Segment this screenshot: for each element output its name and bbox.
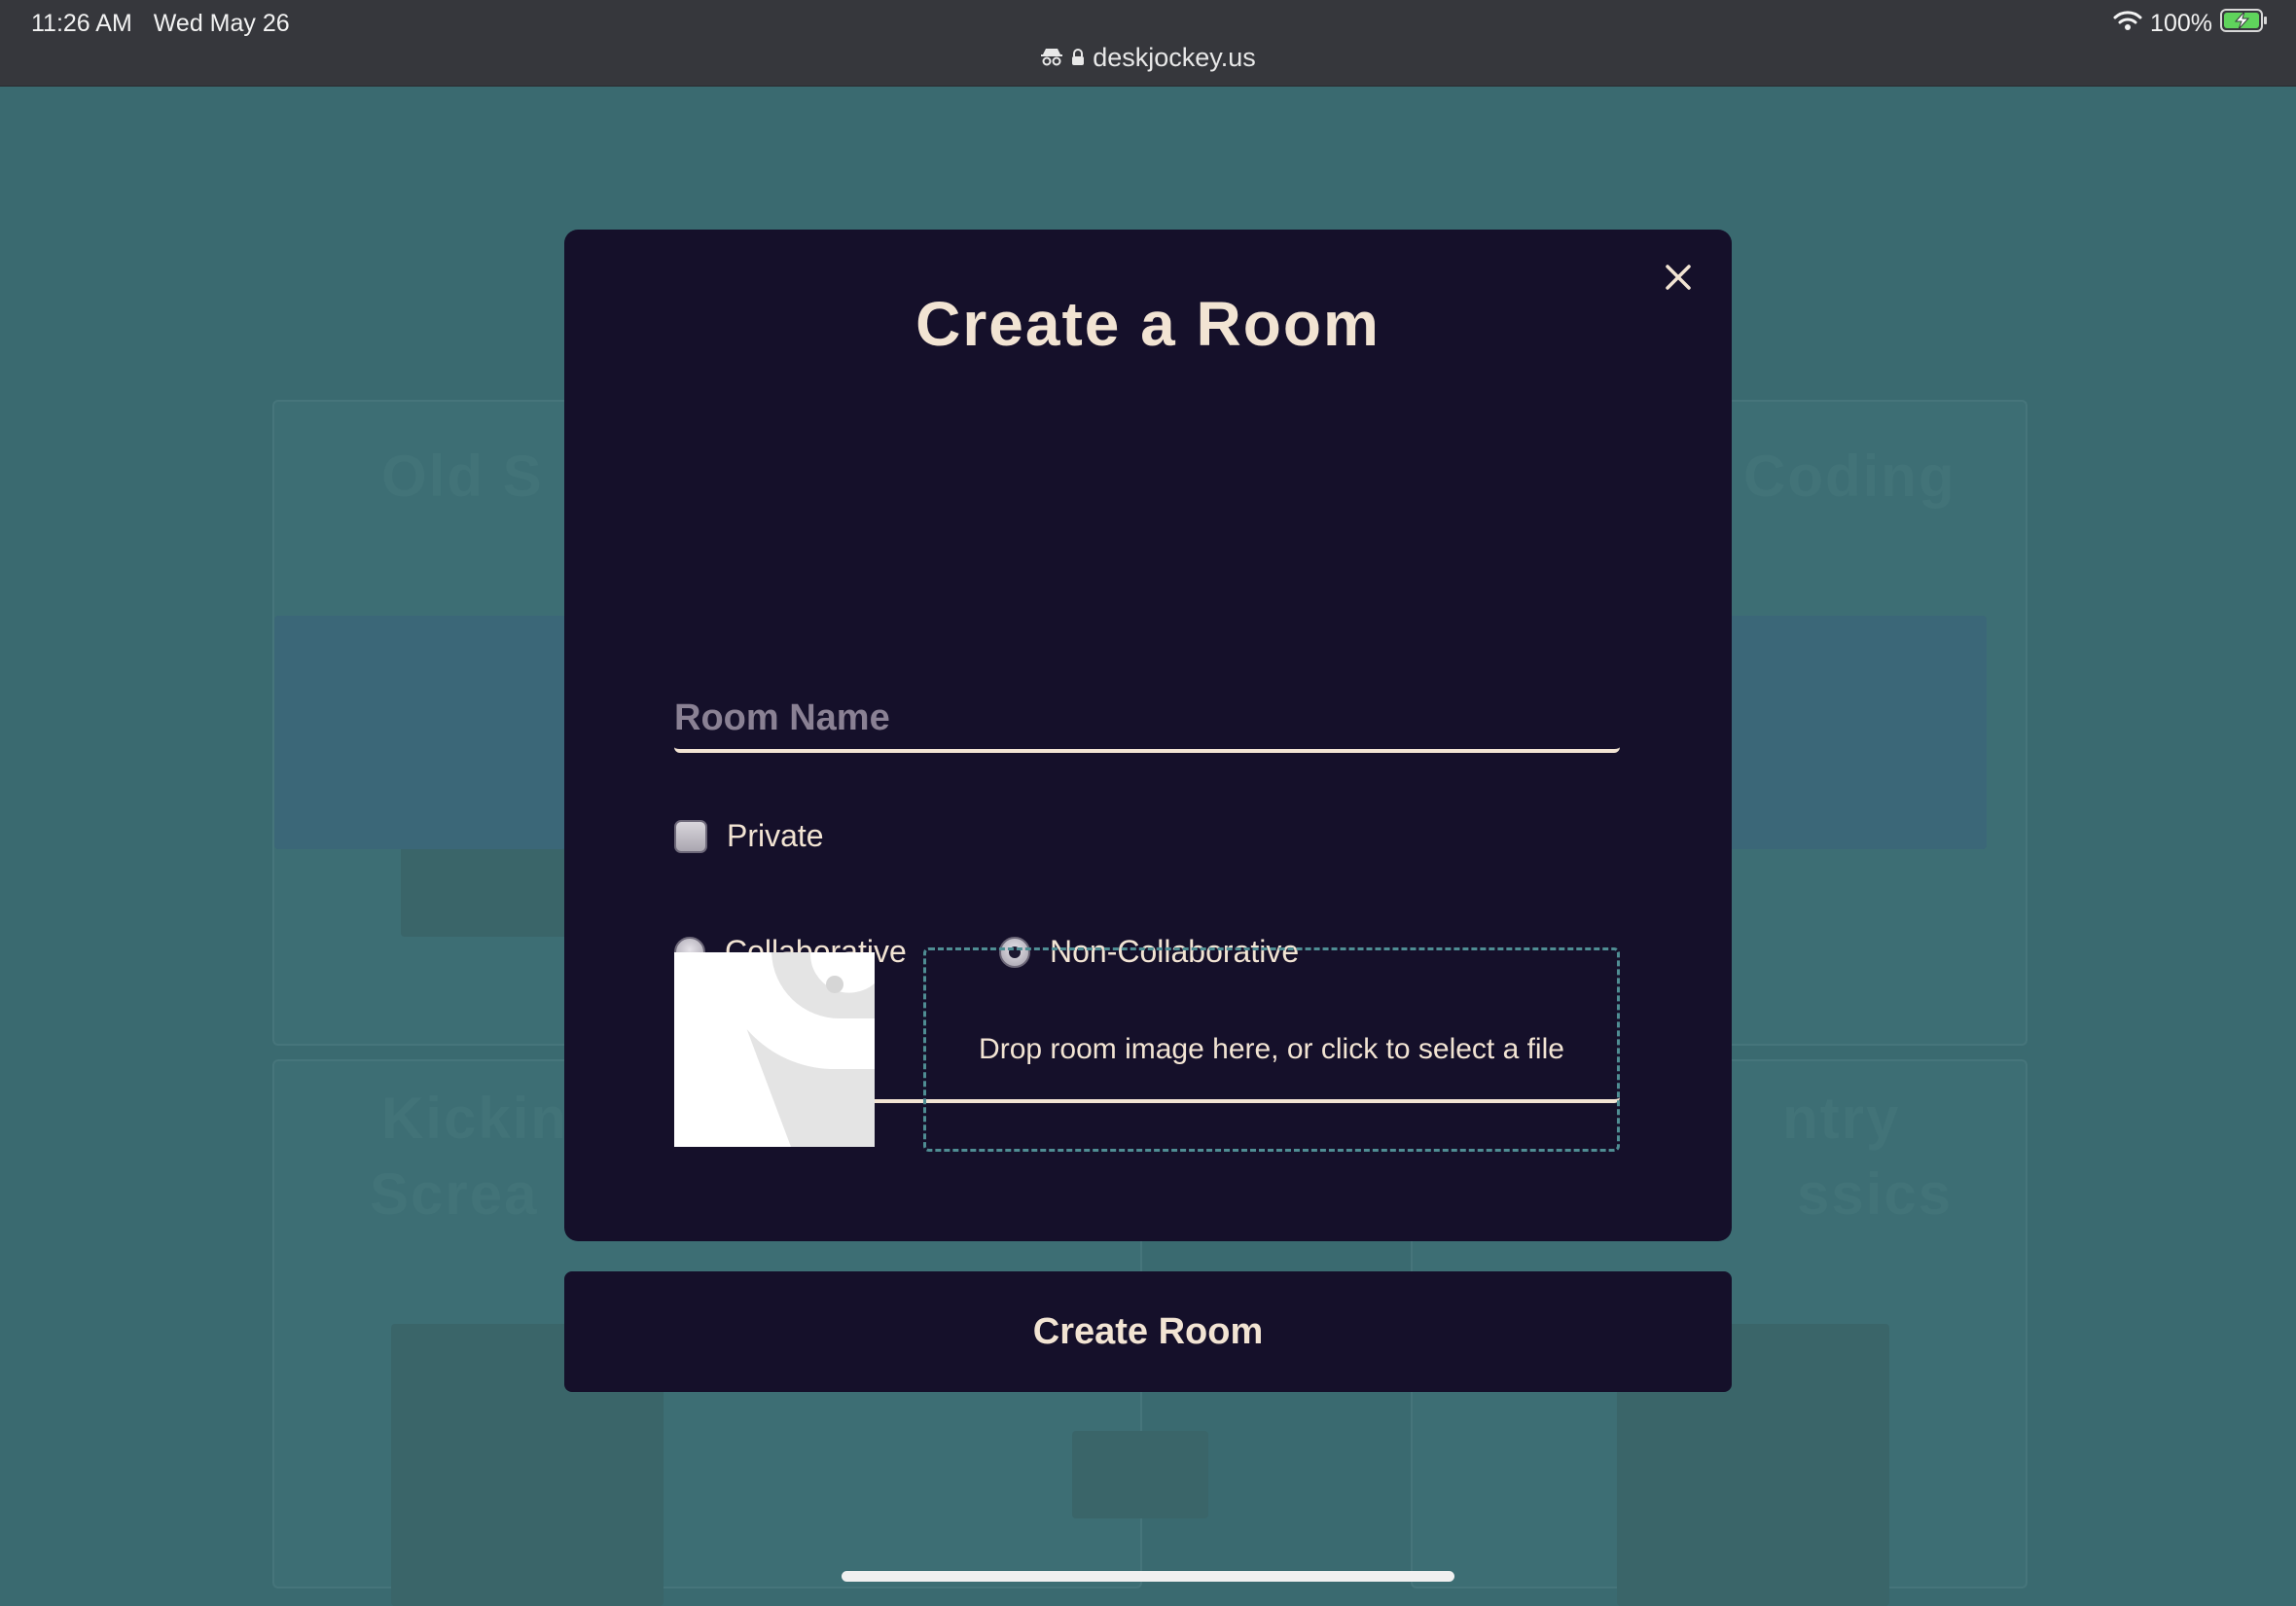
lock-icon bbox=[1071, 43, 1085, 73]
status-time: 11:26 AM bbox=[31, 10, 132, 37]
modal-title: Create a Room bbox=[915, 289, 1381, 359]
room-card-title: ntry bbox=[1782, 1086, 1901, 1151]
room-card-thumbnail bbox=[274, 616, 566, 849]
wifi-icon bbox=[2113, 10, 2142, 38]
image-placeholder-icon bbox=[674, 952, 875, 1147]
image-dropzone[interactable]: Drop room image here, or click to select… bbox=[923, 947, 1620, 1152]
private-browsing-icon bbox=[1040, 43, 1063, 73]
address-bar[interactable]: deskjockey.us bbox=[0, 43, 2296, 73]
private-label: Private bbox=[727, 818, 824, 853]
room-card-title: Screa bbox=[370, 1161, 539, 1227]
room-card-thumbnail bbox=[1072, 1431, 1208, 1518]
room-card-title: ssics bbox=[1797, 1161, 1954, 1227]
room-name-field bbox=[674, 687, 1620, 753]
private-checkbox[interactable] bbox=[674, 819, 707, 853]
battery-percent: 100% bbox=[2150, 10, 2212, 37]
room-card-title: Coding bbox=[1743, 444, 1956, 509]
room-name-input[interactable] bbox=[674, 687, 1620, 749]
status-clock: 11:26 AM Wed May 26 bbox=[31, 10, 290, 38]
status-date: Wed May 26 bbox=[153, 10, 290, 37]
url-text: deskjockey.us bbox=[1093, 43, 1256, 72]
dropzone-text: Drop room image here, or click to select… bbox=[979, 1033, 1564, 1065]
battery-charging-icon bbox=[2220, 8, 2269, 40]
status-bar: 11:26 AM Wed May 26 deskjockey.us 100% bbox=[0, 0, 2296, 87]
private-checkbox-row[interactable]: Private bbox=[674, 818, 824, 854]
home-indicator[interactable] bbox=[842, 1571, 1454, 1582]
room-card-title: Old S bbox=[381, 444, 544, 509]
room-card-title: Kickin bbox=[381, 1086, 569, 1151]
create-room-button[interactable]: Create Room bbox=[564, 1271, 1732, 1392]
room-card-thumbnail bbox=[1704, 616, 1987, 849]
create-room-modal: Create a Room Private Collaborative Non-… bbox=[564, 230, 1732, 1241]
room-image-placeholder bbox=[674, 952, 875, 1147]
status-indicators: 100% bbox=[2113, 8, 2269, 40]
